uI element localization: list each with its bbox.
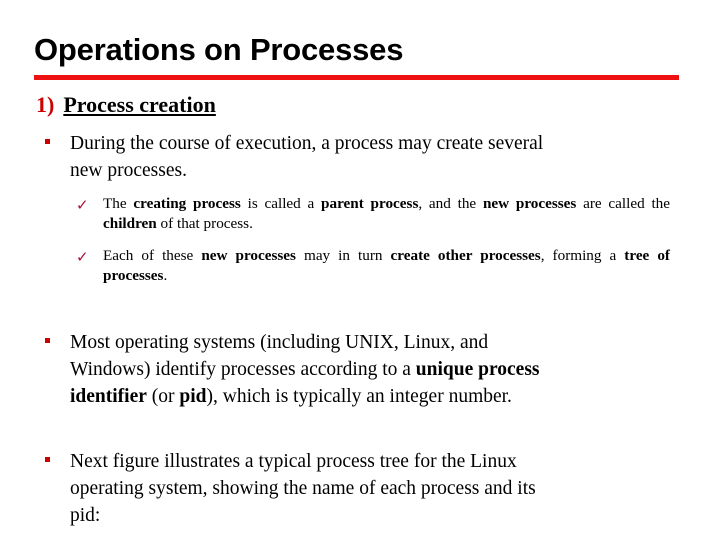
text-line: new processes. <box>70 160 187 181</box>
section-heading: 1) Process creation <box>36 92 216 118</box>
sub-list-item: ✓ Each of these new processes may in tur… <box>76 246 670 286</box>
text-run: . <box>163 267 168 284</box>
text-run-bold: identifier <box>70 386 147 407</box>
square-bullet-icon <box>45 338 50 343</box>
text-run: ), which is typically an integer number. <box>206 386 512 407</box>
sub-list-item-text: The creating process is called a parent … <box>103 194 670 234</box>
text-line: identifier (or pid), which is typically … <box>70 383 672 410</box>
text-line: Windows) identify processes according to… <box>70 356 672 383</box>
square-bullet-icon <box>45 139 50 144</box>
section-number: 1) <box>36 92 55 117</box>
text-run: Windows) identify processes according to… <box>70 359 416 380</box>
text-run: , forming a <box>540 247 625 264</box>
text-run: are called the <box>576 195 670 212</box>
text-run: Most operating systems (including UNIX, … <box>70 332 489 353</box>
check-mark-icon: ✓ <box>76 196 89 214</box>
slide-canvas: Operations on Processes 1) Process creati… <box>0 0 720 540</box>
list-item-text: During the course of execution, a proces… <box>70 130 672 184</box>
text-line: Next figure illustrates a typical proces… <box>70 451 517 472</box>
text-run-bold: new processes <box>482 195 577 212</box>
list-item: Next figure illustrates a typical proces… <box>40 448 672 529</box>
text-run: (or <box>146 386 180 407</box>
square-bullet-icon <box>45 457 50 462</box>
list-item: During the course of execution, a proces… <box>40 130 672 184</box>
page-title: Operations on Processes <box>34 32 404 67</box>
text-line: pid: <box>70 505 101 526</box>
text-run: Each of these <box>103 247 202 264</box>
text-run-bold: new processes <box>201 247 296 264</box>
text-line: operating system, showing the name of ea… <box>70 478 536 499</box>
sub-list-item: ✓ The creating process is called a paren… <box>76 194 670 234</box>
sub-list-item-text: Each of these new processes may in turn … <box>103 246 670 286</box>
text-line: During the course of execution, a proces… <box>70 133 544 154</box>
text-run: may in turn <box>295 247 391 264</box>
text-run-bold: parent process <box>321 195 419 212</box>
text-run: of that process. <box>156 215 253 232</box>
text-run-bold: pid <box>179 386 207 407</box>
text-run-bold: create other processes <box>390 247 541 264</box>
list-item-text: Most operating systems (including UNIX, … <box>70 329 672 410</box>
check-mark-icon: ✓ <box>76 248 89 266</box>
list-item: Most operating systems (including UNIX, … <box>40 329 672 410</box>
text-run-bold: children <box>103 215 157 232</box>
text-run: , and the <box>418 195 483 212</box>
section-heading-text: Process creation <box>63 92 216 117</box>
list-item-text: Next figure illustrates a typical proces… <box>70 448 672 529</box>
text-run-bold: creating process <box>133 195 241 212</box>
text-run: is called a <box>240 195 322 212</box>
text-run: The <box>103 195 134 212</box>
text-line: Most operating systems (including UNIX, … <box>70 329 672 356</box>
text-run-bold: unique process <box>415 359 540 380</box>
title-underline-rule <box>34 75 679 80</box>
